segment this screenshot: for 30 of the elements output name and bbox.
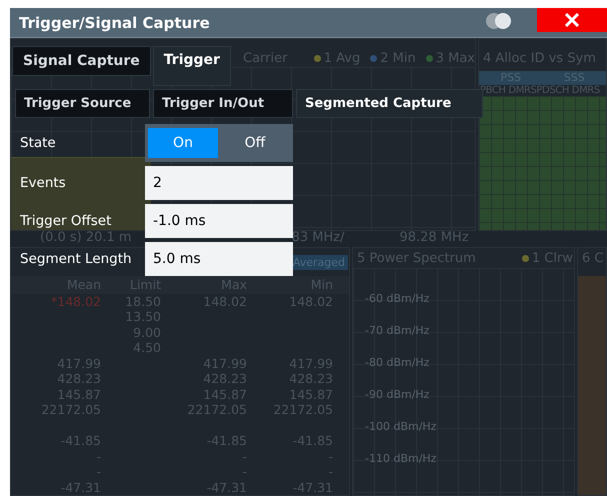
input-field[interactable]: 2 xyxy=(145,166,293,200)
close-icon xyxy=(565,12,579,26)
state-toggle[interactable]: On Off xyxy=(145,124,293,162)
table-cell-text: - xyxy=(327,448,334,464)
tab[interactable]: Trigger Source xyxy=(15,89,150,118)
tab[interactable]: Signal Capture xyxy=(12,46,151,76)
table-cell-text: - xyxy=(95,448,102,464)
field-label: Trigger Offset xyxy=(19,213,112,229)
axis-label: -80 dBm/Hz xyxy=(365,356,430,368)
close-button[interactable] xyxy=(537,8,607,32)
table-cell-text: - xyxy=(95,464,102,480)
table-cell-text: - xyxy=(241,464,248,480)
input-field[interactable]: 5.0 ms xyxy=(145,242,293,276)
table-cell-text: - xyxy=(241,448,248,464)
toggle-option[interactable]: Off xyxy=(220,128,290,158)
field-label: State xyxy=(19,135,57,151)
table-cell-text: - xyxy=(327,464,334,480)
tab[interactable]: Trigger In/Out xyxy=(153,89,293,118)
input-field[interactable]: -1.0 ms xyxy=(145,204,293,238)
table-cell-text: *148.02 xyxy=(50,294,102,309)
axis-label: -70 dBm/Hz xyxy=(365,324,430,336)
axis-label: -110 dBm/Hz xyxy=(365,452,436,464)
field-label: Events xyxy=(19,175,67,191)
field-label: Segment Length xyxy=(19,251,133,267)
axis-label: -100 dBm/Hz xyxy=(365,420,436,432)
tab[interactable]: Segmented Capture xyxy=(296,89,483,118)
axis-label: -90 dBm/Hz xyxy=(365,388,430,400)
tab[interactable]: Trigger xyxy=(152,46,231,86)
axis-label: -60 dBm/Hz xyxy=(365,292,430,304)
dialog-title: Trigger/Signal Capture xyxy=(19,14,211,32)
